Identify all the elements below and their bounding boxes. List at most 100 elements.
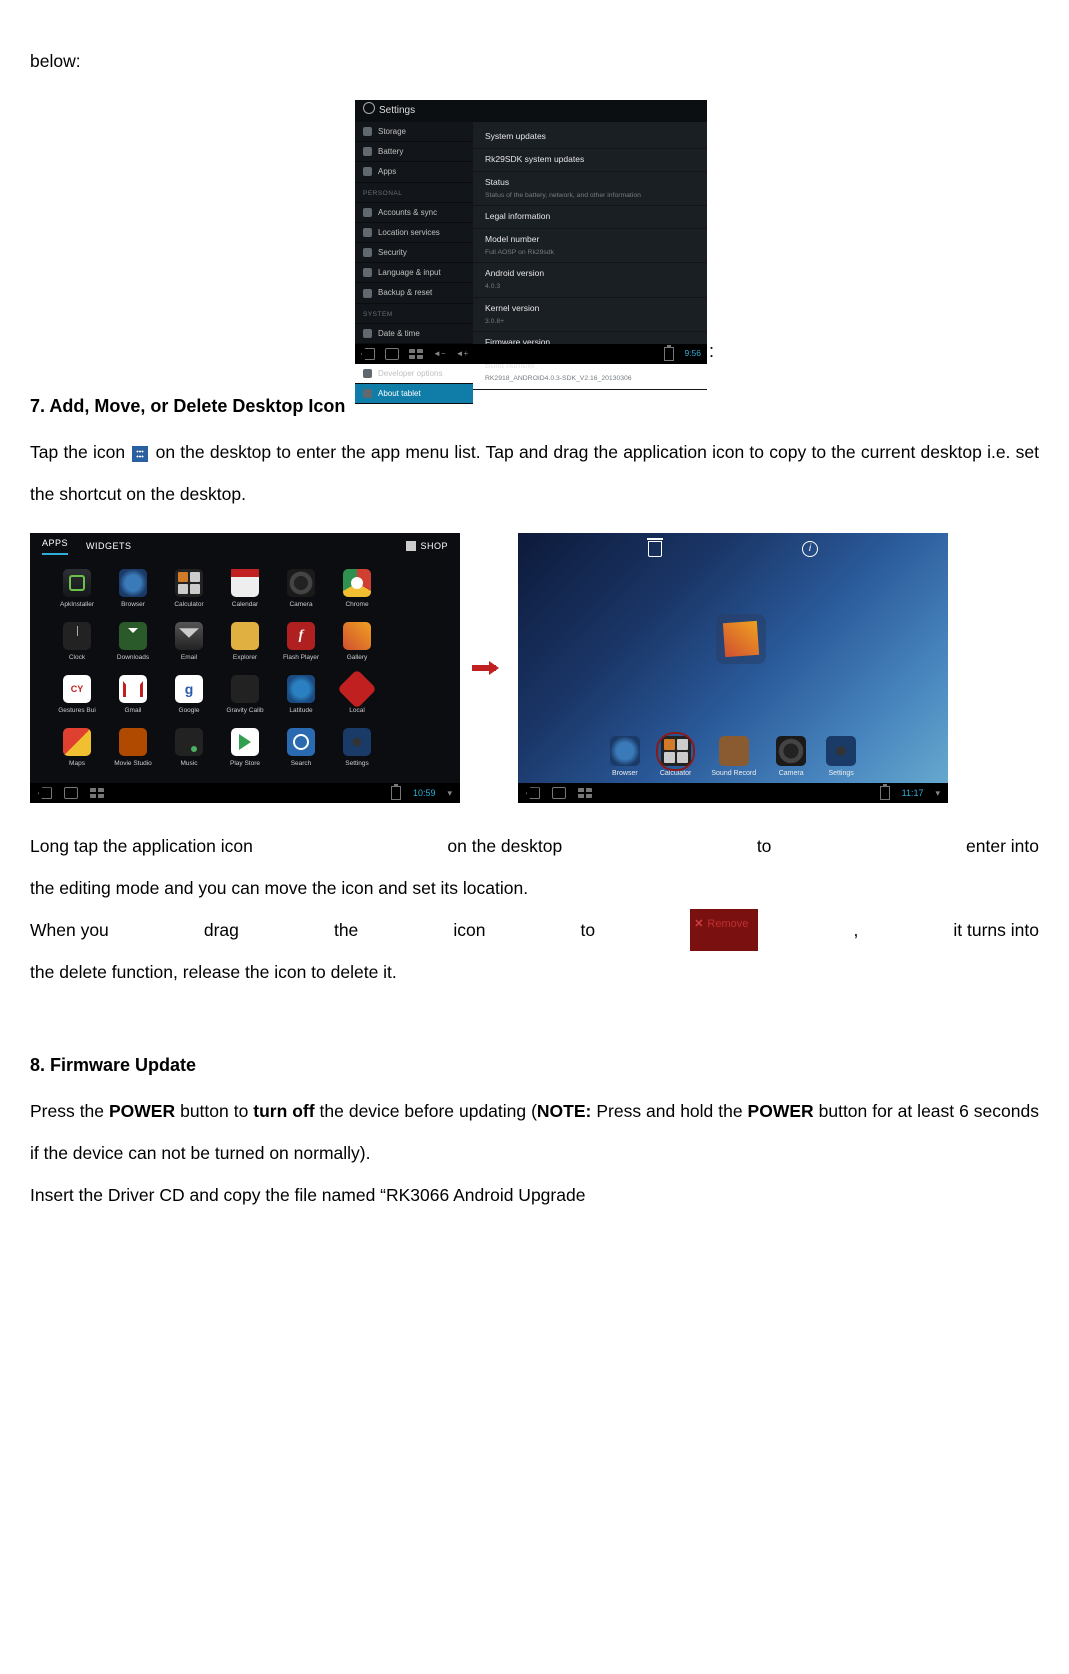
app-label: Chrome <box>345 600 368 609</box>
statusbar-clock: 9:56 <box>684 348 701 360</box>
tab-apps[interactable]: APPS <box>42 537 68 556</box>
sidebar-item[interactable]: Date & time <box>355 324 473 344</box>
row-title: Kernel version <box>485 303 695 315</box>
app-cell[interactable]: Maps <box>50 728 104 777</box>
back-icon[interactable] <box>361 348 375 360</box>
app-cell[interactable]: Chrome <box>330 569 384 618</box>
sidebar-item[interactable]: Language & input <box>355 263 473 283</box>
tab-widgets[interactable]: WIDGETS <box>86 540 132 553</box>
settings-sidebar: Storage BatteryAppsPERSONAL Accounts & syn… <box>355 122 473 344</box>
settings-row[interactable]: Legal information <box>473 206 707 229</box>
app-cell[interactable]: Browser <box>106 569 160 618</box>
sidebar-item[interactable]: Security <box>355 243 473 263</box>
gear-icon <box>363 102 375 114</box>
Sound Record-icon <box>719 736 749 766</box>
app-cell <box>386 728 440 777</box>
dock-item[interactable]: Camera <box>776 736 806 779</box>
sidebar-item-label: Accounts & sync <box>378 207 437 218</box>
row-title: Model number <box>485 234 695 246</box>
sidebar-item[interactable]: About tablet <box>355 384 473 404</box>
dock-item[interactable]: Browser <box>610 736 640 779</box>
settings-row[interactable]: Android version4.0.3 <box>473 263 707 297</box>
dock-item[interactable]: Settings <box>826 736 856 779</box>
screenshots-row: APPS WIDGETS SHOP ApkInstallerBrowserCal… <box>30 533 1039 803</box>
sidebar-item-label: Storage <box>378 126 406 137</box>
settings-row[interactable]: StatusStatus of the battery, network, an… <box>473 172 707 206</box>
recent-icon[interactable] <box>409 349 423 359</box>
settings-row[interactable]: Rk29SDK system updates <box>473 149 707 172</box>
menu-item-icon <box>363 127 372 136</box>
row-title: Legal information <box>485 211 695 223</box>
sidebar-item[interactable]: Developer options <box>355 364 473 384</box>
Calculator-icon <box>661 736 691 766</box>
app-cell[interactable]: Calendar <box>218 569 272 618</box>
txt-bold: POWER <box>109 1101 175 1121</box>
app-label: Gallery <box>347 653 368 662</box>
app-cell[interactable]: Play Store <box>218 728 272 777</box>
sidebar-item[interactable]: Battery <box>355 142 473 162</box>
app-cell[interactable]: Latitude <box>274 675 328 724</box>
app-cell[interactable]: Gmail <box>106 675 160 724</box>
back-icon[interactable] <box>526 787 540 799</box>
app-cell[interactable]: Explorer <box>218 622 272 671</box>
dock-item[interactable]: Calculator <box>660 736 692 779</box>
app-cell[interactable]: Email <box>162 622 216 671</box>
app-cell[interactable]: gGoogle <box>162 675 216 724</box>
app-cell[interactable]: Local <box>330 675 384 724</box>
sidebar-item-label: Location services <box>378 227 440 238</box>
dock-item[interactable]: Sound Record <box>711 736 756 779</box>
dragging-app-icon[interactable] <box>716 614 766 664</box>
menu-item-icon <box>363 329 372 338</box>
txt: to <box>757 825 772 867</box>
shop-button[interactable]: SHOP <box>406 540 448 553</box>
app-cell[interactable]: Camera <box>274 569 328 618</box>
sidebar-item-label: SYSTEM <box>363 310 393 319</box>
home-icon[interactable] <box>552 787 566 799</box>
app-cell[interactable]: Downloads <box>106 622 160 671</box>
app-cell[interactable]: Clock <box>50 622 104 671</box>
app-cell[interactable]: Music <box>162 728 216 777</box>
sidebar-item: PERSONAL <box>355 183 473 203</box>
app-label: Maps <box>69 759 85 768</box>
settings-row[interactable]: Kernel version3.0.8+ <box>473 298 707 332</box>
app-cell[interactable]: Gallery <box>330 622 384 671</box>
vol-down-icon[interactable]: ◄− <box>433 348 446 359</box>
settings-row[interactable]: System updates <box>473 126 707 149</box>
row-title: Status <box>485 177 695 189</box>
app-cell[interactable]: Movie Studio <box>106 728 160 777</box>
info-icon[interactable]: i <box>802 541 818 557</box>
app-cell[interactable]: ApkInstaller <box>50 569 104 618</box>
menu-item-icon <box>363 228 372 237</box>
recent-icon[interactable] <box>90 788 104 798</box>
Gravity Calib-icon <box>231 675 259 703</box>
app-cell[interactable]: Settings <box>330 728 384 777</box>
txt: on the desktop <box>447 825 562 867</box>
sidebar-item[interactable]: Accounts & sync <box>355 203 473 223</box>
txt: to <box>581 909 596 951</box>
sidebar-item[interactable]: Apps <box>355 162 473 182</box>
app-cell[interactable]: Search <box>274 728 328 777</box>
app-cell[interactable]: Gravity Calib <box>218 675 272 724</box>
sidebar-item[interactable]: Location services <box>355 223 473 243</box>
app-cell[interactable]: Flash Player <box>274 622 328 671</box>
vol-up-icon[interactable]: ◄+ <box>456 348 469 359</box>
wifi-icon: ▾ <box>935 787 940 800</box>
app-label: Settings <box>345 759 369 768</box>
txt: button to <box>175 1101 253 1121</box>
app-cell[interactable]: Calculator <box>162 569 216 618</box>
back-icon[interactable] <box>38 787 52 799</box>
sidebar-item[interactable]: Storage <box>355 122 473 142</box>
sidebar-item[interactable]: Backup & reset <box>355 283 473 303</box>
txt: Long tap the application icon <box>30 825 253 867</box>
trash-icon[interactable] <box>648 541 662 557</box>
home-icon[interactable] <box>385 348 399 360</box>
Flash Player-icon <box>287 622 315 650</box>
settings-row[interactable]: Model numberFull AOSP on Rk29sdk <box>473 229 707 263</box>
recent-icon[interactable] <box>578 788 592 798</box>
Music-icon <box>175 728 203 756</box>
app-cell[interactable]: CYGestures Bui <box>50 675 104 724</box>
app-label: Email <box>181 653 197 662</box>
row-subtitle: RK2918_ANDROID4.0.3-SDK_V2.16_20130306 <box>485 374 695 384</box>
para-when: When you drag the icon to ✕Remove , it t… <box>30 909 1039 951</box>
home-icon[interactable] <box>64 787 78 799</box>
